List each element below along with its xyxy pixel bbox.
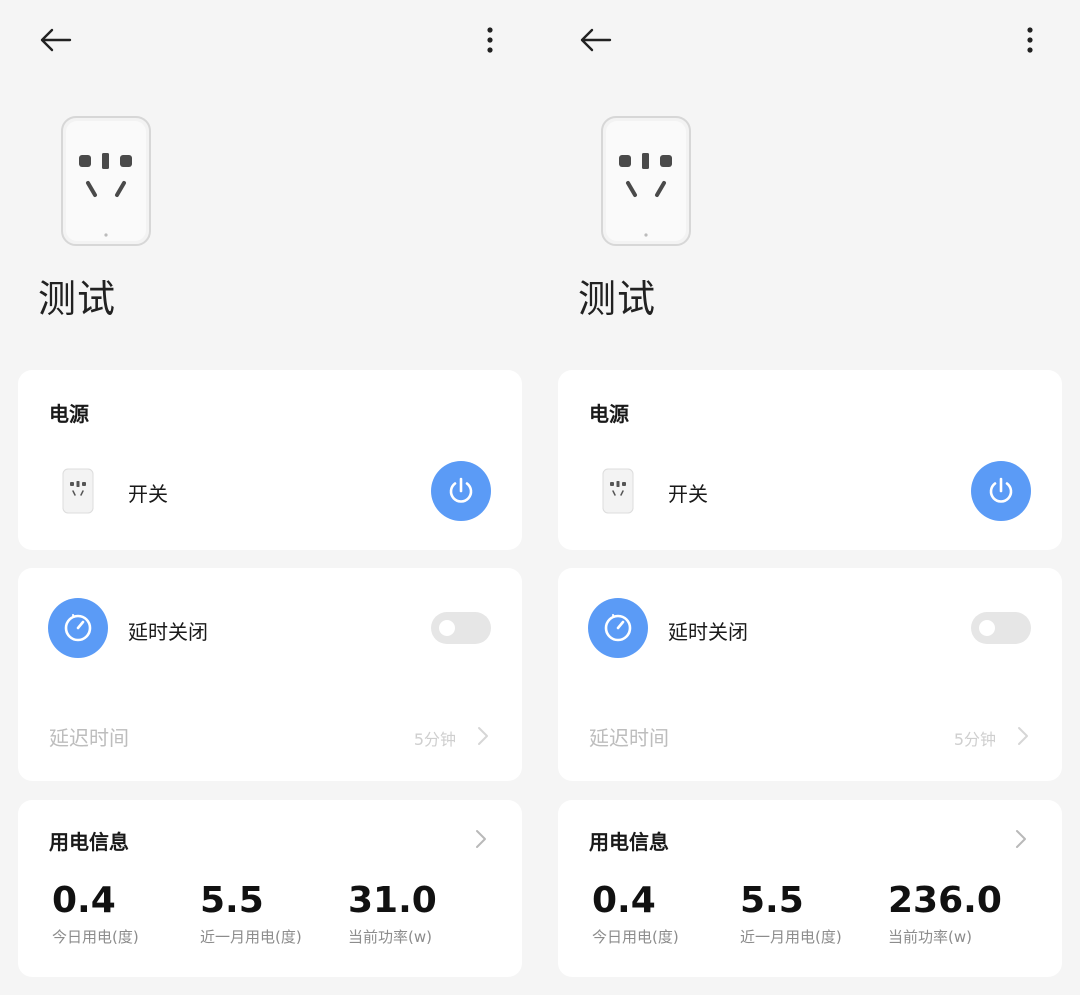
delay-off-label: 延时关闭 xyxy=(668,620,748,644)
more-vertical-icon xyxy=(1027,27,1033,53)
power-usage-card[interactable]: 用电信息 0.4 今日用电(度) 5.5 近一月用电(度) 236.0 当前功率… xyxy=(558,800,1062,977)
arrow-left-icon xyxy=(580,28,612,52)
delay-time-label: 延迟时间 xyxy=(589,726,669,750)
socket-icon xyxy=(61,116,151,246)
device-name: 测试 xyxy=(578,277,657,321)
power-card: 电源 开关 xyxy=(558,370,1062,550)
delay-time-value: 5分钟 xyxy=(953,730,996,749)
chevron-right-icon xyxy=(1018,727,1028,745)
back-button[interactable] xyxy=(576,22,616,58)
device-page-right: 测试 电源 开关 延时关闭 延迟时间 5分钟 用电信息 0.4 今日用电(度) … xyxy=(540,0,1080,995)
delay-off-toggle[interactable] xyxy=(971,612,1031,644)
more-vertical-icon xyxy=(487,27,493,53)
socket-icon xyxy=(601,116,691,246)
stat-label: 当前功率(w) xyxy=(888,928,972,946)
back-button[interactable] xyxy=(36,22,76,58)
switch-label: 开关 xyxy=(668,482,708,506)
power-button[interactable] xyxy=(431,461,491,521)
toggle-knob xyxy=(979,620,995,636)
stat-today: 0.4 今日用电(度) xyxy=(52,880,139,947)
delay-off-toggle[interactable] xyxy=(431,612,491,644)
stat-value: 236.0 xyxy=(888,880,1002,921)
socket-icon xyxy=(602,468,634,514)
power-icon xyxy=(989,477,1013,503)
comparison-screen: 测试 电源 开关 延时关闭 延迟时间 5分钟 用电信息 0.4 今日用电(度) … xyxy=(0,0,1080,995)
stat-current-power: 236.0 当前功率(w) xyxy=(888,880,1002,947)
power-card-title: 电源 xyxy=(589,402,629,426)
arrow-left-icon xyxy=(40,28,72,52)
stat-today: 0.4 今日用电(度) xyxy=(592,880,679,947)
stat-value: 0.4 xyxy=(592,880,656,921)
timer-icon xyxy=(588,598,648,658)
more-options-button[interactable] xyxy=(476,22,504,58)
usage-card-title: 用电信息 xyxy=(589,830,669,854)
toggle-knob xyxy=(439,620,455,636)
socket-icon xyxy=(62,468,94,514)
stat-value: 5.5 xyxy=(200,880,264,921)
power-button[interactable] xyxy=(971,461,1031,521)
power-usage-card[interactable]: 用电信息 0.4 今日用电(度) 5.5 近一月用电(度) 31.0 当前功率(… xyxy=(18,800,522,977)
delay-time-value: 5分钟 xyxy=(413,730,456,749)
stopwatch-icon xyxy=(604,614,632,642)
power-icon xyxy=(449,477,473,503)
device-page-left: 测试 电源 开关 延时关闭 延迟时间 5分钟 用电信息 0.4 今日用电(度) … xyxy=(0,0,540,995)
stat-label: 当前功率(w) xyxy=(348,928,432,946)
delay-off-card: 延时关闭 延迟时间 5分钟 xyxy=(558,568,1062,781)
chevron-right-icon[interactable] xyxy=(1014,828,1028,850)
stat-value: 31.0 xyxy=(348,880,437,921)
stat-label: 近一月用电(度) xyxy=(740,928,842,946)
stat-value: 5.5 xyxy=(740,880,804,921)
power-card-title: 电源 xyxy=(49,402,89,426)
chevron-right-icon[interactable] xyxy=(474,828,488,850)
usage-card-title: 用电信息 xyxy=(49,830,129,854)
delay-off-label: 延时关闭 xyxy=(128,620,208,644)
stat-label: 今日用电(度) xyxy=(592,928,679,946)
delay-time-row[interactable]: 延迟时间 5分钟 xyxy=(558,708,1062,764)
device-name: 测试 xyxy=(38,277,117,321)
delay-time-row[interactable]: 延迟时间 5分钟 xyxy=(18,708,522,764)
stat-label: 今日用电(度) xyxy=(52,928,139,946)
more-options-button[interactable] xyxy=(1016,22,1044,58)
stat-month: 5.5 近一月用电(度) xyxy=(200,880,302,947)
timer-icon xyxy=(48,598,108,658)
stopwatch-icon xyxy=(64,614,92,642)
chevron-right-icon xyxy=(478,727,488,745)
power-card: 电源 开关 xyxy=(18,370,522,550)
stat-value: 0.4 xyxy=(52,880,116,921)
stat-month: 5.5 近一月用电(度) xyxy=(740,880,842,947)
switch-label: 开关 xyxy=(128,482,168,506)
stat-current-power: 31.0 当前功率(w) xyxy=(348,880,437,947)
delay-off-card: 延时关闭 延迟时间 5分钟 xyxy=(18,568,522,781)
stat-label: 近一月用电(度) xyxy=(200,928,302,946)
delay-time-label: 延迟时间 xyxy=(49,726,129,750)
